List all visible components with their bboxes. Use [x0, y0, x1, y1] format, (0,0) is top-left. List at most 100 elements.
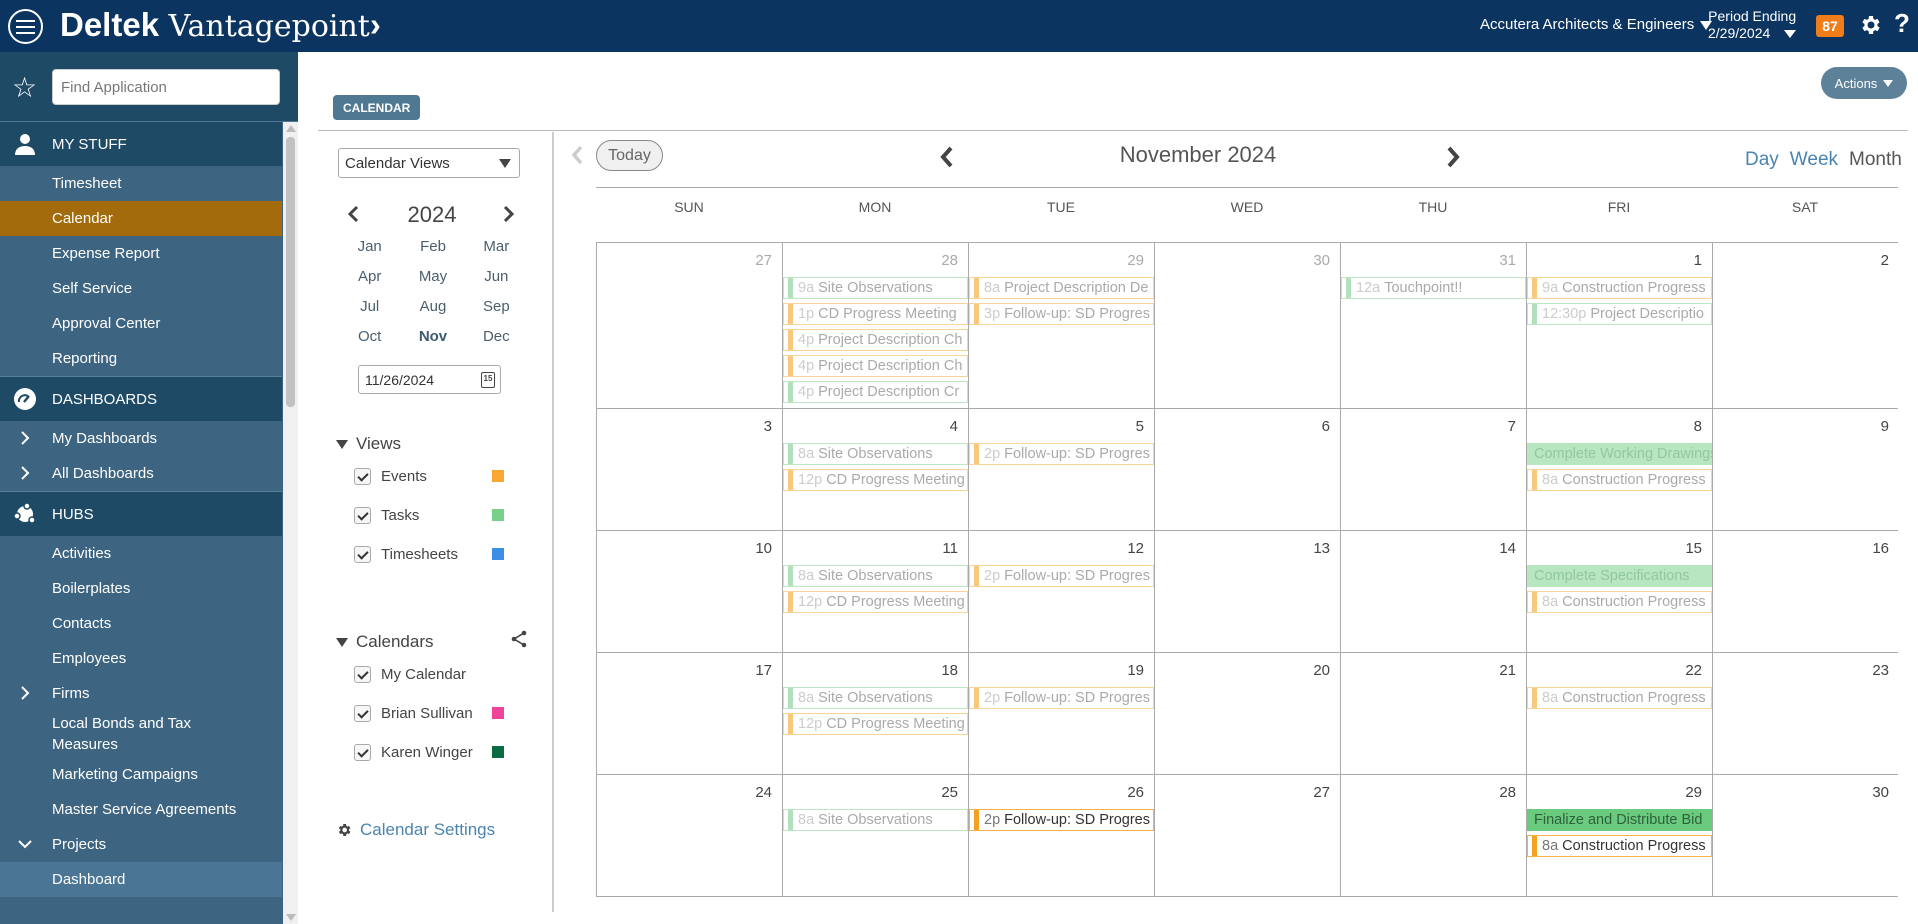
nav-item-local-bonds[interactable]: Local Bonds and Tax Measures	[0, 711, 282, 757]
previous-year-icon[interactable]	[347, 205, 361, 223]
month-feb[interactable]: Feb	[401, 237, 464, 257]
next-year-icon[interactable]	[501, 205, 515, 223]
day-cell[interactable]: 20	[1155, 653, 1341, 774]
event-item[interactable]: 12a Touchpoint!!	[1341, 277, 1526, 299]
nav-item-timesheet[interactable]: Timesheet	[0, 166, 282, 201]
nav-item-expense-report[interactable]: Expense Report	[0, 236, 282, 271]
nav-item-firms[interactable]: Firms	[0, 676, 282, 711]
day-cell[interactable]: 4 8a Site Observations 12p CD Progress Meeti…	[783, 409, 969, 530]
event-item[interactable]: 9a Site Observations	[783, 277, 968, 299]
event-item[interactable]: 12p CD Progress Meeting	[783, 713, 968, 735]
calendar-picker-icon[interactable]: 15	[481, 372, 495, 388]
nav-item-projects[interactable]: Projects	[0, 827, 282, 862]
day-cell[interactable]: 31 12a Touchpoint!!	[1341, 243, 1527, 408]
checkbox[interactable]	[354, 506, 371, 524]
day-cell[interactable]: 17	[597, 653, 783, 774]
find-application-input[interactable]	[52, 69, 280, 105]
next-month-icon[interactable]	[1444, 145, 1462, 169]
hamburger-menu-icon[interactable]	[8, 9, 43, 44]
event-item[interactable]: 8a Site Observations	[783, 687, 968, 709]
section-my-stuff[interactable]: MY STUFF	[0, 122, 282, 166]
previous-month-icon[interactable]	[938, 145, 956, 169]
event-item[interactable]: 2p Follow-up: SD Progres	[969, 565, 1154, 587]
collapse-panel-chevron-icon[interactable]	[570, 144, 584, 166]
month-oct[interactable]: Oct	[338, 327, 401, 347]
day-cell[interactable]: 28 9a Site Observations 1p CD Progress Meeti…	[783, 243, 969, 408]
event-item[interactable]: 1p CD Progress Meeting	[783, 303, 968, 325]
day-cell[interactable]: 8 Complete Working Drawings 8a Construction…	[1527, 409, 1713, 530]
day-cell[interactable]: 22 8a Construction Progress	[1527, 653, 1713, 774]
month-mar[interactable]: Mar	[465, 237, 528, 257]
day-cell[interactable]: 28	[1341, 775, 1527, 896]
day-cell[interactable]: 5 2p Follow-up: SD Progres	[969, 409, 1155, 530]
calendar-tab[interactable]: CALENDAR	[333, 95, 421, 120]
nav-item-self-service[interactable]: Self Service	[0, 271, 282, 306]
task-item[interactable]: Finalize and Distribute Bid	[1527, 809, 1712, 831]
views-group-toggle[interactable]: Views	[336, 434, 401, 454]
month-may[interactable]: May	[401, 267, 464, 287]
event-item[interactable]: 2p Follow-up: SD Progres	[969, 809, 1154, 831]
checkbox[interactable]	[354, 704, 371, 722]
day-cell[interactable]: 18 8a Site Observations 12p CD Progress Meet…	[783, 653, 969, 774]
day-cell[interactable]: 25 8a Site Observations	[783, 775, 969, 896]
day-cell[interactable]: 15 Complete Specifications 8a Construction …	[1527, 531, 1713, 652]
event-item[interactable]: 9a Construction Progress	[1527, 277, 1712, 299]
event-item[interactable]: 12p CD Progress Meeting	[783, 591, 968, 613]
day-cell[interactable]: 2	[1713, 243, 1899, 408]
help-icon[interactable]: ?	[1894, 8, 1910, 39]
event-item[interactable]: 3p Follow-up: SD Progres	[969, 303, 1154, 325]
nav-item-reporting[interactable]: Reporting	[0, 341, 282, 376]
checkbox[interactable]	[354, 743, 371, 761]
section-hubs[interactable]: HUBS	[0, 492, 282, 536]
view-day-button[interactable]: Day	[1745, 149, 1779, 171]
nav-item-approval-center[interactable]: Approval Center	[0, 306, 282, 341]
event-item[interactable]: 4p Project Description Cr	[783, 381, 968, 403]
month-apr[interactable]: Apr	[338, 267, 401, 287]
day-cell[interactable]: 7	[1341, 409, 1527, 530]
scroll-down-icon[interactable]	[286, 914, 296, 921]
day-cell[interactable]: 26 2p Follow-up: SD Progres	[969, 775, 1155, 896]
event-item[interactable]: 8a Construction Progress	[1527, 469, 1712, 491]
day-cell[interactable]: 10	[597, 531, 783, 652]
checkbox[interactable]	[354, 545, 371, 563]
task-item[interactable]: Complete Working Drawings	[1527, 443, 1712, 465]
section-dashboards[interactable]: DASHBOARDS	[0, 377, 282, 421]
month-nov[interactable]: Nov	[401, 327, 464, 347]
period-selector[interactable]: Period Ending 2/29/2024	[1708, 8, 1797, 42]
day-cell[interactable]: 3	[597, 409, 783, 530]
day-cell[interactable]: 30	[1713, 775, 1899, 896]
day-cell[interactable]: 14	[1341, 531, 1527, 652]
nav-item-master-service-agreements[interactable]: Master Service Agreements	[0, 792, 282, 827]
view-month-button[interactable]: Month	[1849, 149, 1902, 171]
calendars-group-toggle[interactable]: Calendars	[336, 632, 434, 652]
company-selector[interactable]: Accutera Architects & Engineers	[1480, 16, 1713, 33]
month-jul[interactable]: Jul	[338, 297, 401, 317]
checkbox[interactable]	[354, 665, 371, 683]
favorites-star-icon[interactable]: ☆	[12, 74, 37, 102]
day-cell[interactable]: 27	[597, 243, 783, 408]
day-cell[interactable]: 29 8a Project Description De 3p Follow-up: S…	[969, 243, 1155, 408]
day-cell[interactable]: 9	[1713, 409, 1899, 530]
day-cell[interactable]: 30	[1155, 243, 1341, 408]
event-item[interactable]: 8a Construction Progress	[1527, 687, 1712, 709]
day-cell[interactable]: 13	[1155, 531, 1341, 652]
month-jun[interactable]: Jun	[465, 267, 528, 287]
month-sep[interactable]: Sep	[465, 297, 528, 317]
event-item[interactable]: 2p Follow-up: SD Progres	[969, 687, 1154, 709]
day-cell[interactable]: 29 Finalize and Distribute Bid 8a Construct…	[1527, 775, 1713, 896]
share-icon[interactable]	[511, 630, 527, 648]
day-cell[interactable]: 27	[1155, 775, 1341, 896]
calendar-views-select[interactable]: Calendar Views	[338, 148, 520, 178]
nav-item-projects-dashboard[interactable]: Dashboard	[0, 862, 282, 897]
notification-badge[interactable]: 87	[1816, 15, 1844, 37]
nav-item-employees[interactable]: Employees	[0, 641, 282, 676]
app-logo[interactable]: Deltek Vantagepoint›	[60, 6, 381, 44]
day-cell[interactable]: 19 2p Follow-up: SD Progres	[969, 653, 1155, 774]
month-aug[interactable]: Aug	[401, 297, 464, 317]
event-item[interactable]: 12:30p Project Descriptio	[1527, 303, 1712, 325]
event-item[interactable]: 8a Project Description De	[969, 277, 1154, 299]
settings-gear-icon[interactable]	[1858, 13, 1882, 37]
event-item[interactable]: 8a Site Observations	[783, 443, 968, 465]
nav-item-my-dashboards[interactable]: My Dashboards	[0, 421, 282, 456]
nav-item-activities[interactable]: Activities	[0, 536, 282, 571]
